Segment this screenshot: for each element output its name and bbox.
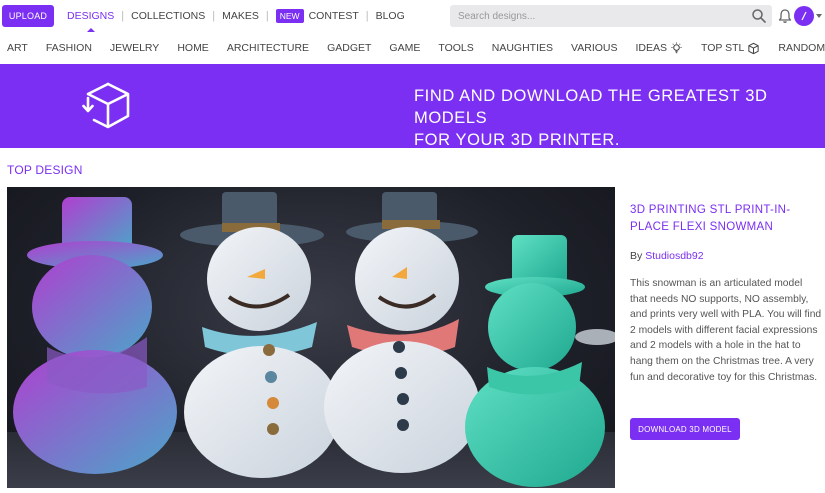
green-snowman [465,235,615,487]
nav-contest-label: CONTEST [308,10,359,22]
category-label: VARIOUS [571,42,618,54]
category-label: FASHION [45,42,92,54]
upload-button[interactable]: UPLOAD [2,5,54,27]
download-3d-model-button[interactable]: DOWNLOAD 3D MODEL [630,418,740,440]
byline-prefix: By [630,250,643,262]
category-tools[interactable]: TOOLS [429,42,482,54]
banner-tagline-line2: FOR YOUR 3D PRINTER. [414,131,621,149]
chevron-down-icon[interactable] [816,14,822,18]
category-label: JEWELRY [109,42,160,54]
search-input[interactable] [450,5,750,27]
bell-icon[interactable] [777,8,793,24]
section-title: TOP DESIGN [7,163,83,177]
category-label: IDEAS [635,42,668,54]
category-random[interactable]: RANDOM [769,42,825,55]
search-icon[interactable] [751,8,767,24]
category-label: NAUGHTIES [491,42,554,54]
top-bar: UPLOAD DESIGNS | COLLECTIONS | MAKES | N… [0,0,825,32]
category-architecture[interactable]: ARCHITECTURE [218,42,318,54]
category-fashion[interactable]: FASHION [37,42,101,54]
banner-tagline-line1: FIND AND DOWNLOAD THE GREATEST 3D MODELS [414,87,768,127]
category-label: GAME [389,42,421,54]
category-game[interactable]: GAME [380,42,429,54]
cube-download-icon [82,82,130,129]
byline: By Studiosdb92 [630,250,704,262]
category-label: ARCHITECTURE [226,42,310,54]
cube-icon [748,42,760,54]
search-box [450,5,772,27]
main-nav: DESIGNS | COLLECTIONS | MAKES | NEW CONT… [60,0,412,32]
nav-blog[interactable]: BLOG [369,0,412,32]
category-label: ART [7,42,28,54]
design-description: This snowman is an articulated model tha… [630,278,822,383]
purple-snowman [13,197,177,474]
category-art[interactable]: ART [0,42,37,54]
nav-makes-label: MAKES [222,10,259,22]
category-label: RANDOM [778,42,825,54]
hero-banner: FIND AND DOWNLOAD THE GREATEST 3D MODELS… [0,64,825,151]
category-gadget[interactable]: GADGET [318,42,380,54]
white-snowman-right [324,192,480,473]
category-ideas[interactable]: IDEAS [627,41,693,55]
nav-blog-label: BLOG [375,10,405,22]
design-title[interactable]: 3D PRINTING STL PRINT-IN-PLACE FLEXI SNO… [630,202,820,236]
top-design-image[interactable] [7,187,615,488]
snowman-figures-image [7,192,615,488]
lightbulb-icon [671,41,682,53]
category-top-stl[interactable]: TOP STL [692,42,769,55]
author-link[interactable]: Studiosdb92 [645,250,703,262]
category-nav: ART FASHION JEWELRY HOME ARCHITECTURE GA… [0,32,825,64]
category-home[interactable]: HOME [168,42,218,54]
nav-makes[interactable]: MAKES [215,0,266,32]
avatar[interactable] [794,6,814,26]
category-label: TOP STL [701,42,745,54]
category-label: TOOLS [438,42,474,54]
category-various[interactable]: VARIOUS [562,42,626,54]
category-naughties[interactable]: NAUGHTIES [483,42,562,54]
avatar-pen-icon [801,11,807,21]
category-label: HOME [177,42,209,54]
category-label: GADGET [327,42,372,54]
white-snowman-left [180,192,340,478]
nav-designs[interactable]: DESIGNS [60,0,121,32]
nav-collections[interactable]: COLLECTIONS [124,0,212,32]
new-badge: NEW [275,9,304,23]
nav-collections-label: COLLECTIONS [131,10,206,22]
category-jewelry[interactable]: JEWELRY [101,42,168,54]
nav-designs-label: DESIGNS [67,10,115,22]
banner-tagline: FIND AND DOWNLOAD THE GREATEST 3D MODELS… [414,85,825,151]
nav-contest[interactable]: NEW CONTEST [269,0,366,32]
